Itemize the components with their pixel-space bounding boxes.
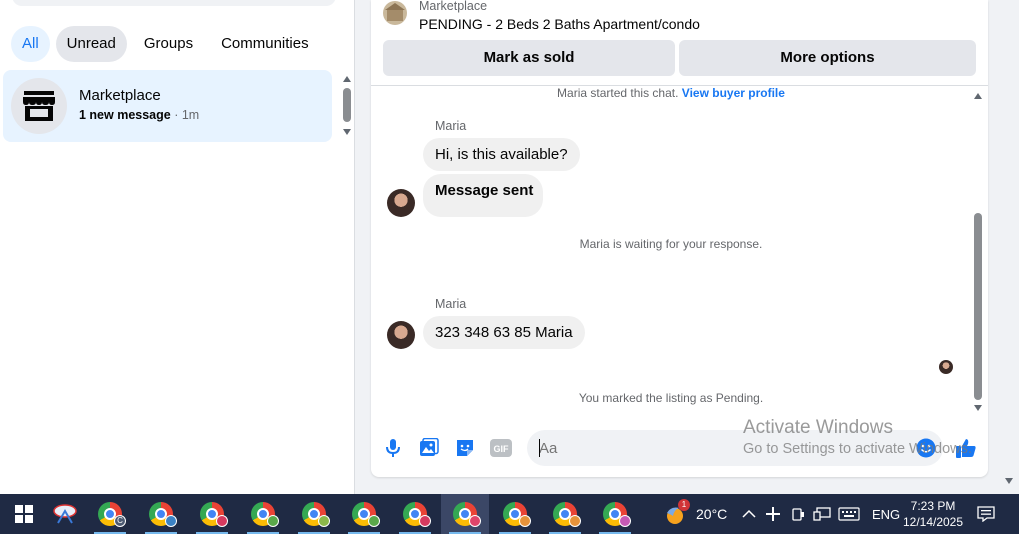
user-avatar[interactable] xyxy=(387,321,415,349)
weather-temp: 20°C xyxy=(696,506,728,522)
chrome-profile-icon[interactable] xyxy=(188,494,236,534)
scroll-down-arrow[interactable] xyxy=(1005,478,1013,484)
scroll-down-arrow[interactable] xyxy=(974,405,982,411)
meet-now-icon[interactable] xyxy=(790,494,806,534)
message-bubble: Message sent xyxy=(423,174,543,217)
filter-tabs: All Unread Groups Communities xyxy=(11,26,320,62)
conversation-list-panel: All Unread Groups Communities Marketplac… xyxy=(0,0,355,494)
waiting-notice: Maria is waiting for your response. xyxy=(579,237,763,251)
message-bubble: Hi, is this available? xyxy=(423,138,580,171)
chrome-profile-icon[interactable] xyxy=(290,494,338,534)
clock-date: 12/14/2025 xyxy=(902,515,964,529)
clock[interactable]: 7:23 PM 12/14/2025 xyxy=(897,498,969,530)
listing-kind: Marketplace xyxy=(419,0,488,13)
message-bubble: 323 348 63 85 Maria xyxy=(423,316,585,349)
chrome-profile-icon[interactable] xyxy=(541,494,589,534)
clock-time: 7:23 PM xyxy=(910,499,956,513)
search-input[interactable] xyxy=(12,0,336,6)
notification-center-icon[interactable] xyxy=(977,494,995,534)
scroll-up-arrow[interactable] xyxy=(343,76,351,82)
activate-windows-watermark: Activate Windows Go to Settings to activ… xyxy=(743,417,972,457)
filter-communities[interactable]: Communities xyxy=(210,26,320,62)
photo-icon[interactable] xyxy=(417,436,441,460)
gif-icon[interactable]: GIF xyxy=(489,436,513,460)
conversation-list-scrollbar[interactable] xyxy=(340,74,354,138)
network-icon[interactable] xyxy=(813,494,831,534)
mark-as-sold-button[interactable]: Mark as sold xyxy=(383,40,675,76)
scroll-thumb[interactable] xyxy=(343,88,351,122)
chat-started-notice: Maria started this chat. View buyer prof… xyxy=(371,86,971,100)
watermark-subtitle: Go to Settings to activate Windows. xyxy=(743,441,972,457)
conversation-item-marketplace[interactable]: Marketplace 1 new message · 1m xyxy=(3,70,332,142)
more-options-button[interactable]: More options xyxy=(679,40,976,76)
scroll-thumb[interactable] xyxy=(974,213,982,400)
chrome-profile-icon-active[interactable] xyxy=(441,494,489,534)
sender-name: Maria xyxy=(435,297,467,311)
chrome-profile-icon[interactable]: C xyxy=(86,494,134,534)
text-caret xyxy=(539,439,540,457)
user-avatar[interactable] xyxy=(387,189,415,217)
chrome-profile-icon[interactable] xyxy=(491,494,539,534)
conversation-name: Marketplace xyxy=(79,87,161,104)
sticker-icon[interactable] xyxy=(453,436,477,460)
svg-text:GIF: GIF xyxy=(494,444,510,454)
sender-name: Maria xyxy=(435,119,467,133)
keyboard-icon[interactable] xyxy=(838,494,860,534)
filter-all[interactable]: All xyxy=(11,26,50,62)
chrome-profile-icon[interactable] xyxy=(340,494,388,534)
weather-widget[interactable]: 1 20°C xyxy=(662,494,727,534)
chat-started-text: Maria started this chat. xyxy=(557,86,679,100)
scroll-down-arrow[interactable] xyxy=(343,129,351,135)
filter-groups[interactable]: Groups xyxy=(133,26,204,62)
listing-thumbnail[interactable] xyxy=(383,1,407,25)
conversation-preview: 1 new message · 1m xyxy=(79,108,199,122)
filter-unread[interactable]: Unread xyxy=(55,26,127,62)
listing-header: Marketplace PENDING - 2 Beds 2 Baths Apa… xyxy=(371,0,988,86)
pending-notice: You marked the listing as Pending. xyxy=(578,391,764,405)
message-thread: Maria started this chat. View buyer prof… xyxy=(371,86,988,417)
chrome-profile-icon[interactable] xyxy=(137,494,185,534)
language-indicator[interactable]: ENG xyxy=(872,494,900,534)
listing-title[interactable]: PENDING - 2 Beds 2 Baths Apartment/condo xyxy=(419,16,700,32)
chat-panel: Marketplace PENDING - 2 Beds 2 Baths Apa… xyxy=(371,0,988,477)
scroll-up-arrow[interactable] xyxy=(974,93,982,99)
weather-badge: 1 xyxy=(678,499,690,511)
watermark-title: Activate Windows xyxy=(743,417,893,438)
profile-badge: C xyxy=(114,515,126,527)
chat-scrollbar[interactable] xyxy=(971,87,985,417)
chrome-profile-icon[interactable] xyxy=(239,494,287,534)
view-buyer-profile-link[interactable]: View buyer profile xyxy=(682,86,785,100)
snipping-tool-icon[interactable] xyxy=(41,494,89,534)
chrome-profile-icon[interactable] xyxy=(391,494,439,534)
microphone-icon[interactable] xyxy=(381,436,405,460)
marketplace-store-icon xyxy=(11,78,67,134)
show-hidden-icons[interactable] xyxy=(742,494,756,534)
preview-time: · 1m xyxy=(174,108,200,122)
plus-icon[interactable] xyxy=(765,494,781,534)
windows-taskbar: C 1 20°C ENG 7:23 PM 12/14/2025 xyxy=(0,494,1019,534)
weather-icon: 1 xyxy=(662,499,690,527)
seen-avatar xyxy=(939,360,953,374)
chrome-profile-icon[interactable] xyxy=(591,494,639,534)
preview-text: 1 new message xyxy=(79,108,171,122)
